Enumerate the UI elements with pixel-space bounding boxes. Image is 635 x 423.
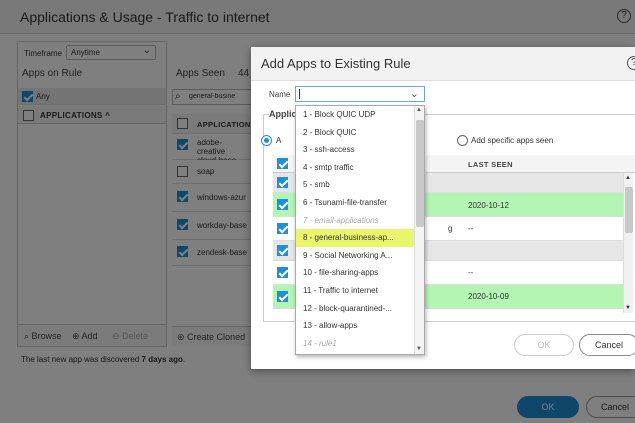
dropdown-item[interactable]: 2 - Block QUIC	[296, 124, 414, 142]
select-all-checkbox[interactable]	[277, 158, 288, 169]
dropdown-item-disabled: 7 - email-applications	[303, 215, 379, 225]
name-select-input[interactable]: ⌄	[295, 86, 425, 102]
dropdown-scrollbar[interactable]: ▲ ▼	[414, 106, 424, 354]
row-checkbox[interactable]	[277, 267, 288, 278]
help-icon[interactable]: ?	[627, 56, 635, 70]
modal-title: Add Apps to Existing Rule	[261, 56, 411, 71]
row-extra-text: g	[448, 224, 453, 233]
last-seen-value: --	[468, 268, 474, 277]
name-label: Name	[269, 90, 291, 99]
add-specific-apps-radio[interactable]	[457, 135, 468, 146]
last-seen-column-header[interactable]: LAST SEEN	[468, 160, 513, 169]
last-seen-value: 2020-10-09	[468, 292, 509, 301]
text-caret	[299, 89, 300, 99]
row-checkbox[interactable]	[277, 223, 288, 234]
add-all-apps-label: A	[276, 136, 282, 145]
dropdown-item-highlighted[interactable]: 8 - general-business-ap...	[296, 229, 414, 247]
scrollbar-thumb[interactable]	[625, 187, 633, 233]
scrollbar-thumb[interactable]	[416, 120, 424, 227]
scroll-down-icon[interactable]: ▼	[625, 305, 631, 311]
scroll-down-icon[interactable]: ▼	[416, 346, 422, 352]
dropdown-item[interactable]: 6 - Tsunami-file-transfer	[296, 194, 414, 212]
add-all-apps-radio[interactable]	[261, 135, 272, 146]
row-checkbox[interactable]	[277, 245, 288, 256]
scroll-up-icon[interactable]: ▲	[625, 175, 631, 181]
last-seen-value: --	[468, 224, 474, 233]
modal-ok-button[interactable]: OK	[514, 334, 574, 356]
modal-title-bar: Add Apps to Existing Rule ?	[251, 47, 635, 81]
dropdown-item-disabled: 14 - rule1	[303, 338, 337, 348]
dropdown-item[interactable]: 10 - file-sharing-apps	[296, 264, 414, 282]
modal-cancel-button[interactable]: Cancel	[579, 334, 635, 356]
dropdown-item[interactable]: 13 - allow-apps	[296, 317, 414, 335]
dropdown-item[interactable]: 11 - Traffic to internet	[296, 282, 414, 300]
scroll-up-icon[interactable]: ▲	[416, 107, 422, 113]
dropdown-item[interactable]: 5 - smb	[296, 176, 414, 194]
last-seen-value: 2020-10-12	[468, 201, 509, 210]
dropdown-item[interactable]: 9 - Social Networking A...	[296, 247, 414, 265]
rule-name-dropdown[interactable]: 1 - Block QUIC UDP 2 - Block QUIC 3 - ss…	[295, 105, 425, 355]
row-checkbox[interactable]	[277, 199, 288, 210]
dropdown-item[interactable]: 12 - block-quarantined-...	[296, 300, 414, 318]
add-specific-apps-label: Add specific apps seen	[471, 136, 554, 145]
row-checkbox[interactable]	[277, 291, 288, 302]
row-checkbox[interactable]	[277, 177, 288, 188]
chevron-down-icon[interactable]: ⌄	[410, 87, 419, 100]
dropdown-item[interactable]: 1 - Block QUIC UDP	[296, 106, 414, 124]
dropdown-item[interactable]: 4 - smtp traffic	[296, 159, 414, 177]
dropdown-item[interactable]: 3 - ssh-access	[296, 141, 414, 159]
table-scrollbar[interactable]: ▲ ▼	[623, 173, 633, 313]
